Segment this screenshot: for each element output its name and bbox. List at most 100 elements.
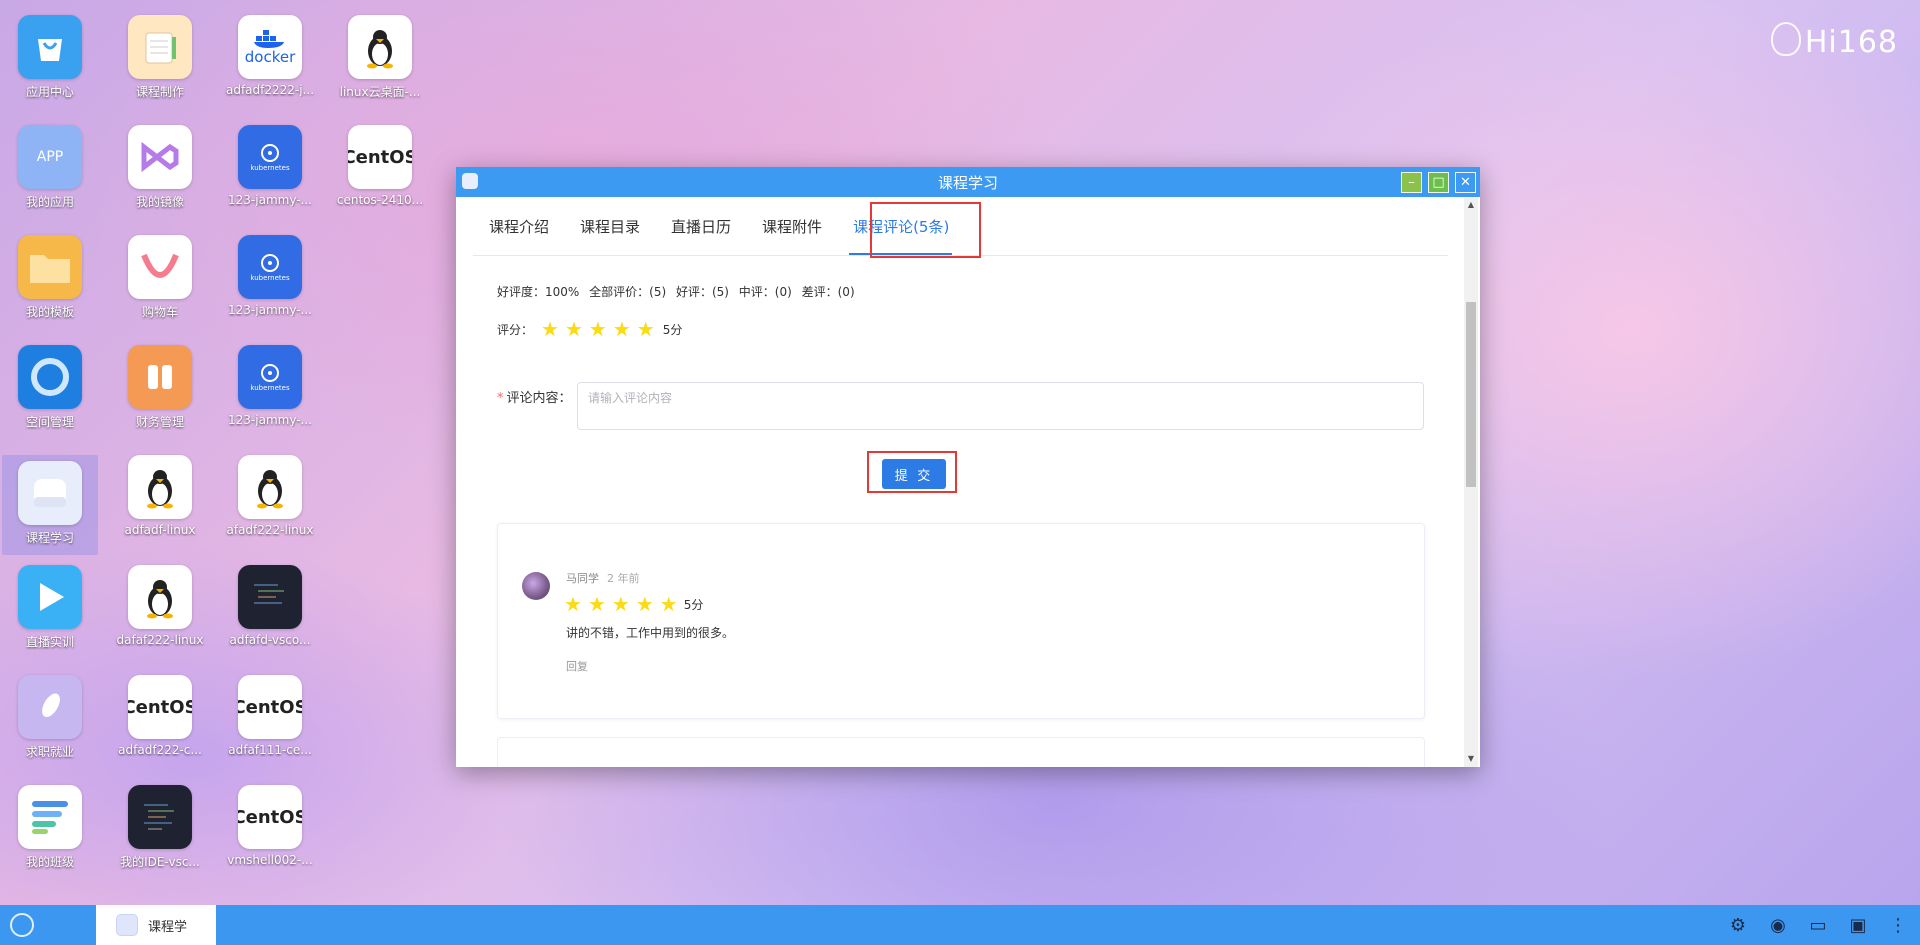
brand-logo: Hi168 <box>1770 22 1898 60</box>
list-icon <box>18 785 82 849</box>
comment-label: * 评论内容： <box>497 391 572 406</box>
tab-course-attachments[interactable]: 课程附件 <box>746 197 837 255</box>
linux-penguin-icon <box>128 565 192 629</box>
close-icon[interactable]: ✕ <box>1455 172 1476 193</box>
taskbar-item-course-learning[interactable]: 课程学 <box>96 905 216 945</box>
desktop-icon-app-center[interactable]: 应用中心 <box>2 15 98 115</box>
star-icon: ★ <box>564 592 582 616</box>
desktop-icon-course-learning[interactable]: 课程学习 <box>2 455 98 555</box>
message-icon[interactable]: ▭ <box>1806 915 1830 936</box>
course-learning-window: 课程学习 – □ ✕ 课程介绍 课程目录 直播日历 课程附件 课程评论(5条) … <box>456 167 1480 767</box>
play-icon <box>18 565 82 629</box>
rating-label: 评分： <box>497 322 534 337</box>
avatar <box>522 572 550 600</box>
window-titlebar[interactable]: 课程学习 – □ ✕ <box>456 167 1480 197</box>
desktop-icon-123-jammy-3[interactable]: kubernetes 123-jammy-... <box>222 345 318 445</box>
comment-form-row: * 评论内容： <box>497 382 1424 430</box>
review-stats: 好评度：100% 全部评价：(5) 好评：(5) 中评：(0) 差评：(0) <box>497 283 861 300</box>
desktop-icon-job-search[interactable]: 求职就业 <box>2 675 98 775</box>
minimize-icon[interactable]: – <box>1401 172 1422 193</box>
wechat-icon[interactable]: ◉ <box>1766 915 1790 936</box>
desktop-icon-centos-2410[interactable]: CentOS centos-2410... <box>332 125 428 225</box>
centos-icon: CentOS <box>238 675 302 739</box>
monitor-icon[interactable]: ▣ <box>1846 915 1870 936</box>
linux-penguin-icon <box>128 455 192 519</box>
centos-icon: CentOS <box>128 675 192 739</box>
desktop-icon-123-jammy-2[interactable]: kubernetes 123-jammy-... <box>222 235 318 335</box>
desktop-icon-afadf222-linux[interactable]: afadf222-linux <box>222 455 318 555</box>
desktop-icon-adfadf-linux[interactable]: adfadf-linux <box>112 455 208 555</box>
centos-icon: CentOS <box>238 785 302 849</box>
desktop-icon-my-templates[interactable]: 我的模板 <box>2 235 98 335</box>
stat-good: 好评：(5) <box>675 285 729 299</box>
pause-icon <box>128 345 192 409</box>
desktop-icon-my-apps[interactable]: APP 我的应用 <box>2 125 98 225</box>
kubernetes-icon: kubernetes <box>238 125 302 189</box>
star-icon: ★ <box>587 592 606 616</box>
stat-medium: 中评：(0) <box>738 285 792 299</box>
app-icon: APP <box>18 125 82 189</box>
star-icon: ★ <box>659 592 678 616</box>
desktop-icon-my-images[interactable]: 我的镜像 <box>112 125 208 225</box>
tab-live-calendar[interactable]: 直播日历 <box>655 197 746 255</box>
desktop-icon-finance-management[interactable]: 财务管理 <box>112 345 208 445</box>
tab-course-intro[interactable]: 课程介绍 <box>473 197 564 255</box>
kubernetes-icon: kubernetes <box>238 345 302 409</box>
desktop-icon-vmshell002[interactable]: CentOS vmshell002-... <box>222 785 318 885</box>
bear-logo-icon <box>1770 22 1801 56</box>
smile-icon <box>128 235 192 299</box>
desktop-icon-adfaf111-centos[interactable]: CentOS adfaf111-ce... <box>222 675 318 775</box>
shopping-bag-icon <box>18 15 82 79</box>
scroll-down-icon[interactable]: ▼ <box>1464 753 1478 765</box>
desktop-icon-space-management[interactable]: 空间管理 <box>2 345 98 445</box>
centos-icon: CentOS <box>348 125 412 189</box>
desktop-icon-live-training[interactable]: 直播实训 <box>2 565 98 665</box>
settings-gear-icon[interactable]: ⚙ <box>1726 915 1750 936</box>
kubernetes-icon: kubernetes <box>238 235 302 299</box>
notebook-icon <box>128 15 192 79</box>
star-icon[interactable]: ★ <box>565 319 583 339</box>
comment-input[interactable] <box>577 382 1424 430</box>
desktop-icon-dafaf222-linux[interactable]: dafaf222-linux <box>112 565 208 665</box>
star-icon: ★ <box>611 592 630 616</box>
desktop-icon-my-ide-vscode[interactable]: 我的IDE-vsc... <box>112 785 208 885</box>
rating-row: 评分： ★ ★ ★ ★ ★ 5分 <box>497 319 682 339</box>
review-stars: ★ ★ ★ ★ ★ 5分 <box>564 594 703 614</box>
desktop-icon-linux-cloud-desktop[interactable]: linux云桌面-... <box>332 15 428 115</box>
review-time: 2 年前 <box>607 572 640 585</box>
desktop-icon-123-jammy-1[interactable]: kubernetes 123-jammy-... <box>222 125 318 225</box>
rating-stars[interactable]: ★ ★ ★ ★ ★ <box>541 319 655 339</box>
desktop-icon-course-making[interactable]: 课程制作 <box>112 15 208 115</box>
scrollbar[interactable]: ▲ ▼ <box>1464 197 1478 767</box>
course-icon <box>116 914 138 936</box>
desktop-icon-my-class[interactable]: 我的班级 <box>2 785 98 885</box>
scroll-up-icon[interactable]: ▲ <box>1464 199 1478 211</box>
window-title: 课程学习 <box>937 173 998 192</box>
maximize-icon[interactable]: □ <box>1428 172 1449 193</box>
scrollbar-thumb[interactable] <box>1466 302 1476 487</box>
stat-all: 全部评价：(5) <box>589 285 667 299</box>
desktop-icon-adfadf2222-j[interactable]: docker adfadf2222-j... <box>222 15 318 115</box>
code-editor-icon <box>238 565 302 629</box>
network-icon[interactable]: ⋮ <box>1886 915 1910 936</box>
desktop-icon-shopping-cart[interactable]: 购物车 <box>112 235 208 335</box>
star-icon[interactable]: ★ <box>541 319 559 339</box>
star-icon[interactable]: ★ <box>613 319 631 339</box>
review-item: 马同学 2 年前 ★ ★ ★ ★ ★ 5分 讲的不错，工作中用到的很多。 回复 <box>497 523 1425 719</box>
ring-icon <box>18 345 82 409</box>
window-app-icon <box>462 173 478 189</box>
desktop-icon-adfadf222-centos[interactable]: CentOS adfadf222-c... <box>112 675 208 775</box>
highlight-box-submit <box>867 451 957 493</box>
desktop-icon-adfafd-vscode[interactable]: adfafd-vsco... <box>222 565 318 665</box>
star-icon[interactable]: ★ <box>637 319 655 339</box>
star-icon[interactable]: ★ <box>589 319 607 339</box>
start-logo-icon[interactable] <box>10 913 34 937</box>
window-controls: – □ ✕ <box>1401 172 1476 193</box>
tab-course-catalog[interactable]: 课程目录 <box>564 197 655 255</box>
review-item <box>497 737 1425 767</box>
window-content: 课程介绍 课程目录 直播日历 课程附件 课程评论(5条) 好评度：100% 全部… <box>456 197 1480 767</box>
reply-link[interactable]: 回复 <box>566 658 588 674</box>
course-icon <box>18 461 82 525</box>
taskbar: 课程学 ⚙ ◉ ▭ ▣ ⋮ <box>0 905 1920 945</box>
star-icon: ★ <box>635 592 654 616</box>
